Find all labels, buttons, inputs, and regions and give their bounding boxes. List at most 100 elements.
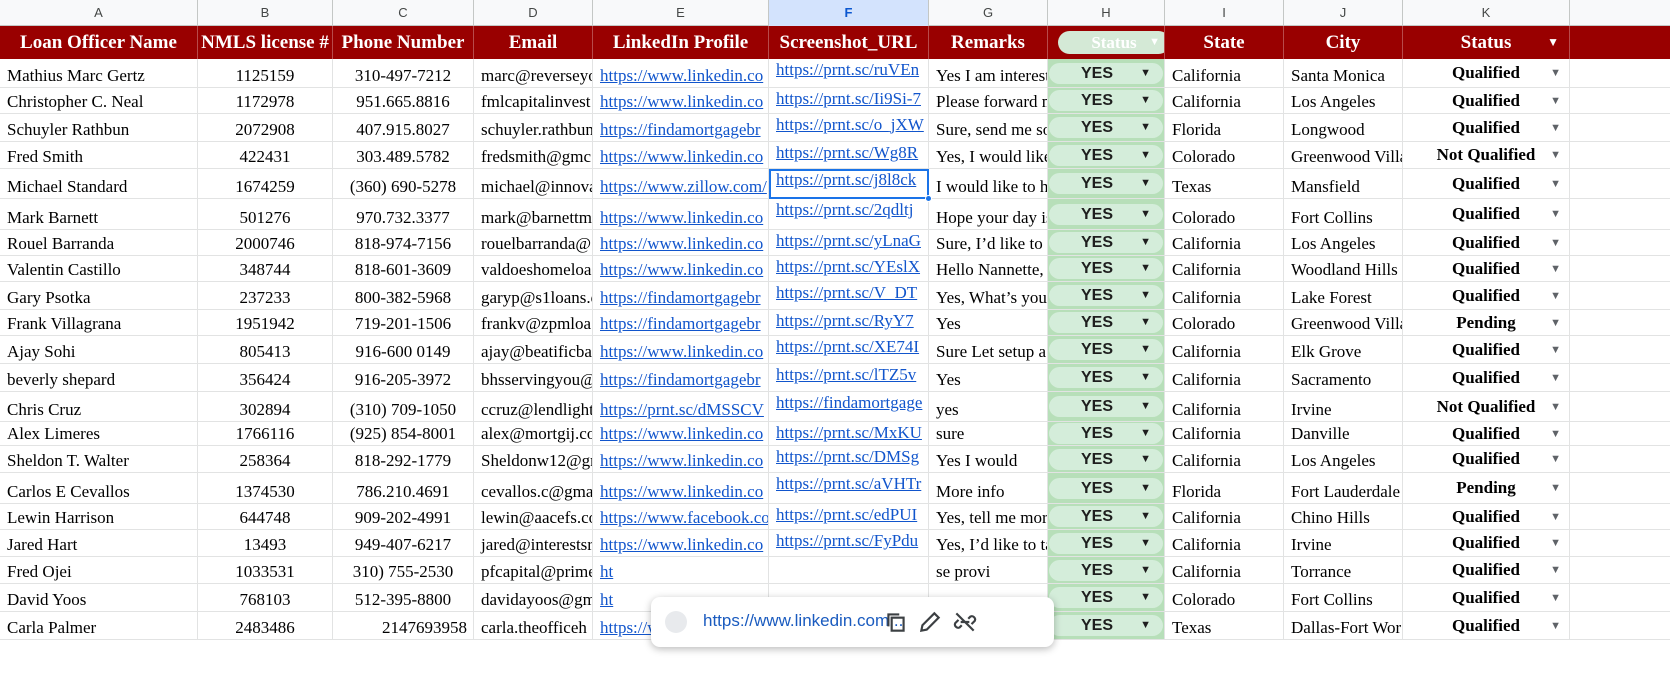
state-cell[interactable]: California [1165, 557, 1284, 583]
header-a[interactable]: Loan Officer Name [0, 26, 198, 59]
profile-link-cell[interactable]: https://findamortgagebr [593, 310, 769, 335]
status-chip[interactable]: YES ▼ [1049, 477, 1163, 499]
nmls-cell[interactable]: 348744 [198, 256, 333, 281]
state-cell[interactable]: Texas [1165, 169, 1284, 198]
dropdown-caret-icon[interactable]: ▼ [1550, 511, 1561, 523]
state-cell[interactable]: California [1165, 88, 1284, 113]
nmls-cell[interactable]: 501276 [198, 199, 333, 229]
dropdown-caret-icon[interactable]: ▼ [1550, 290, 1561, 302]
remarks-cell[interactable]: Hope your day is [929, 199, 1048, 229]
dropdown-caret-icon[interactable]: ▼ [1550, 95, 1561, 107]
state-cell[interactable]: California [1165, 530, 1284, 556]
remarks-cell[interactable]: Yes, What’s your [929, 282, 1048, 309]
dropdown-caret-icon[interactable]: ▼ [1140, 615, 1151, 636]
city-cell[interactable]: Dallas-Fort Wor [1284, 612, 1403, 639]
profile-link-cell[interactable]: https://findamortgagebr [593, 282, 769, 309]
remarks-cell[interactable]: Yes [929, 310, 1048, 335]
dropdown-caret-icon[interactable]: ▼ [1140, 258, 1151, 279]
status-dropdown-cell[interactable]: YES ▼ [1048, 88, 1165, 113]
nmls-cell[interactable]: 302894 [198, 392, 333, 421]
nmls-cell[interactable]: 1125159 [198, 59, 333, 87]
status-dropdown-cell[interactable]: YES ▼ [1048, 169, 1165, 198]
name-cell[interactable]: Frank Villagrana [0, 310, 198, 335]
status-dropdown-cell[interactable]: YES ▼ [1048, 310, 1165, 335]
phone-cell[interactable]: 786.210.4691 [333, 473, 474, 503]
status-chip[interactable]: YES ▼ [1049, 339, 1163, 360]
email-cell[interactable]: jared@interestsr [474, 530, 593, 556]
remarks-cell[interactable]: I would like to he [929, 169, 1048, 198]
remarks-cell[interactable]: Yes [929, 364, 1048, 391]
name-cell[interactable]: David Yoos [0, 584, 198, 611]
name-cell[interactable]: Sheldon T. Walter [0, 446, 198, 472]
status-dropdown-cell[interactable]: YES ▼ [1048, 59, 1165, 87]
qualification-cell[interactable]: Qualified ▼ [1403, 364, 1570, 391]
dropdown-caret-icon[interactable]: ▼ [1140, 285, 1151, 306]
status-chip[interactable]: YES ▼ [1049, 62, 1163, 84]
email-cell[interactable]: carla.theofficeh [474, 612, 593, 639]
nmls-cell[interactable]: 13493 [198, 530, 333, 556]
nmls-cell[interactable]: 2483486 [198, 612, 333, 639]
column-letter-f[interactable]: F [769, 0, 929, 26]
profile-link-cell[interactable]: https://www.linkedin.co [593, 199, 769, 229]
profile-link-cell[interactable]: https://www.linkedin.co [593, 59, 769, 87]
phone-cell[interactable]: 916-205-3972 [333, 364, 474, 391]
email-cell[interactable]: marc@reverseyo [474, 59, 593, 87]
city-cell[interactable]: Los Angeles [1284, 230, 1403, 255]
dropdown-caret-icon[interactable]: ▼ [1550, 537, 1561, 549]
phone-cell[interactable]: 916-600 0149 [333, 336, 474, 363]
email-cell[interactable]: davidayoos@gm [474, 584, 593, 611]
qualification-cell[interactable]: Qualified ▼ [1403, 557, 1570, 583]
dropdown-caret-icon[interactable]: ▼ [1550, 344, 1561, 356]
email-cell[interactable]: ccruz@lendlight [474, 392, 593, 421]
dropdown-caret-icon[interactable]: ▼ [1550, 482, 1561, 494]
profile-link-cell[interactable]: https://www.zillow.com/ [593, 169, 769, 198]
dropdown-caret-icon[interactable]: ▼ [1550, 317, 1561, 329]
name-cell[interactable]: Mark Barnett [0, 199, 198, 229]
remarks-cell[interactable]: Yes, I would like [929, 142, 1048, 168]
screenshot-url-cell[interactable]: https://prnt.sc/MxKU [769, 422, 929, 445]
city-cell[interactable]: Woodland Hills [1284, 256, 1403, 281]
qualification-cell[interactable]: Qualified ▼ [1403, 504, 1570, 529]
phone-cell[interactable]: 800-382-5968 [333, 282, 474, 309]
header-b[interactable]: NMLS license # [198, 26, 333, 59]
phone-cell[interactable]: 310-497-7212 [333, 59, 474, 87]
profile-link-cell[interactable]: https://www.linkedin.co [593, 142, 769, 168]
name-cell[interactable]: Lewin Harrison [0, 504, 198, 529]
dropdown-caret-icon[interactable]: ▼ [1140, 204, 1151, 225]
qualification-cell[interactable]: Qualified ▼ [1403, 422, 1570, 445]
column-letter-e[interactable]: E [593, 0, 769, 26]
remarks-cell[interactable]: yes [929, 392, 1048, 421]
name-cell[interactable]: Michael Standard [0, 169, 198, 198]
qualification-cell[interactable]: Pending ▼ [1403, 310, 1570, 335]
remarks-cell[interactable]: Please forward m [929, 88, 1048, 113]
dropdown-caret-icon[interactable]: ▼ [1140, 90, 1151, 111]
fill-handle[interactable] [925, 195, 932, 202]
status-chip[interactable]: YES ▼ [1049, 532, 1163, 554]
profile-link-cell[interactable]: https://prnt.sc/dMSSCV [593, 392, 769, 421]
city-cell[interactable]: Mansfield [1284, 169, 1403, 198]
city-cell[interactable]: Los Angeles [1284, 446, 1403, 472]
phone-cell[interactable]: 818-974-7156 [333, 230, 474, 255]
dropdown-caret-icon[interactable]: ▼ [1550, 453, 1561, 465]
phone-cell[interactable]: 719-201-1506 [333, 310, 474, 335]
dropdown-caret-icon[interactable]: ▼ [1550, 564, 1561, 576]
dropdown-caret-icon[interactable]: ▼ [1140, 423, 1151, 444]
status-chip[interactable]: YES ▼ [1049, 117, 1163, 138]
qualification-cell[interactable]: Qualified ▼ [1403, 169, 1570, 198]
phone-cell[interactable]: 909-202-4991 [333, 504, 474, 529]
profile-link-cell[interactable]: https://www.linkedin.co [593, 336, 769, 363]
status-chip[interactable]: YES ▼ [1049, 232, 1163, 253]
header-j[interactable]: City [1284, 26, 1403, 59]
city-cell[interactable]: Chino Hills [1284, 504, 1403, 529]
screenshot-url-cell[interactable]: https://prnt.sc/YEslX [769, 256, 929, 281]
status-chip[interactable]: YES ▼ [1049, 587, 1163, 608]
state-cell[interactable]: California [1165, 392, 1284, 421]
filter-caret-icon[interactable]: ▼ [1547, 26, 1559, 59]
header-h[interactable]: Status ▼ [1048, 26, 1165, 59]
name-cell[interactable]: beverly shepard [0, 364, 198, 391]
header-e[interactable]: LinkedIn Profile [593, 26, 769, 59]
status-chip[interactable]: YES ▼ [1049, 90, 1163, 111]
status-chip[interactable]: YES ▼ [1049, 312, 1163, 333]
name-cell[interactable]: Jared Hart [0, 530, 198, 556]
status-dropdown-cell[interactable]: YES ▼ [1048, 473, 1165, 503]
